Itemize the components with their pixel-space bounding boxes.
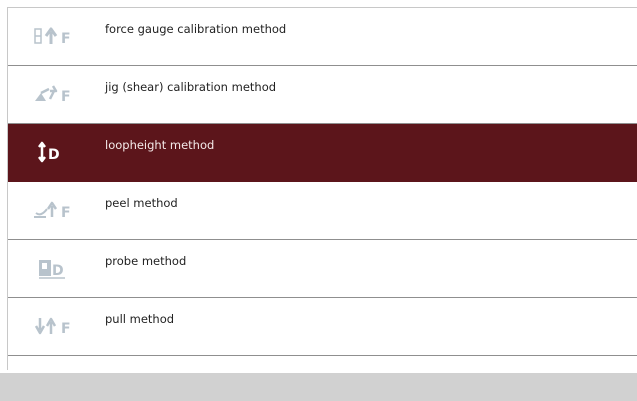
pull-icon: F xyxy=(34,317,71,337)
method-item-loopheight[interactable]: D loopheight method xyxy=(8,124,637,182)
force-gauge-icon: F xyxy=(34,27,71,47)
loopheight-icon: D xyxy=(38,141,60,163)
method-item-force-gauge-calibration[interactable]: F force gauge calibration method xyxy=(8,8,637,66)
distance-letter: D xyxy=(52,263,64,279)
peel-icon: F xyxy=(34,201,71,221)
method-list: F force gauge calibration method F jig (… xyxy=(7,7,637,370)
method-label: pull method xyxy=(105,312,175,326)
distance-letter: D xyxy=(48,147,60,163)
probe-icon: D xyxy=(39,260,65,279)
method-item-peel[interactable]: F peel method xyxy=(8,182,637,240)
method-label: jig (shear) calibration method xyxy=(105,80,277,94)
method-item-jig-shear-calibration[interactable]: F jig (shear) calibration method xyxy=(8,66,637,124)
force-letter: F xyxy=(61,89,71,105)
force-letter: F xyxy=(61,205,71,221)
footer-bar xyxy=(0,373,637,401)
force-letter: F xyxy=(61,31,71,47)
force-letter: F xyxy=(61,321,71,337)
method-label: force gauge calibration method xyxy=(105,22,287,36)
method-label: peel method xyxy=(105,196,178,210)
shear-jig-icon: F xyxy=(35,85,71,105)
method-label: loopheight method xyxy=(105,138,215,152)
method-item-pull[interactable]: F pull method xyxy=(8,298,637,356)
method-item-partial xyxy=(8,356,637,370)
method-label: probe method xyxy=(105,254,187,268)
method-item-probe[interactable]: D probe method xyxy=(8,240,637,298)
